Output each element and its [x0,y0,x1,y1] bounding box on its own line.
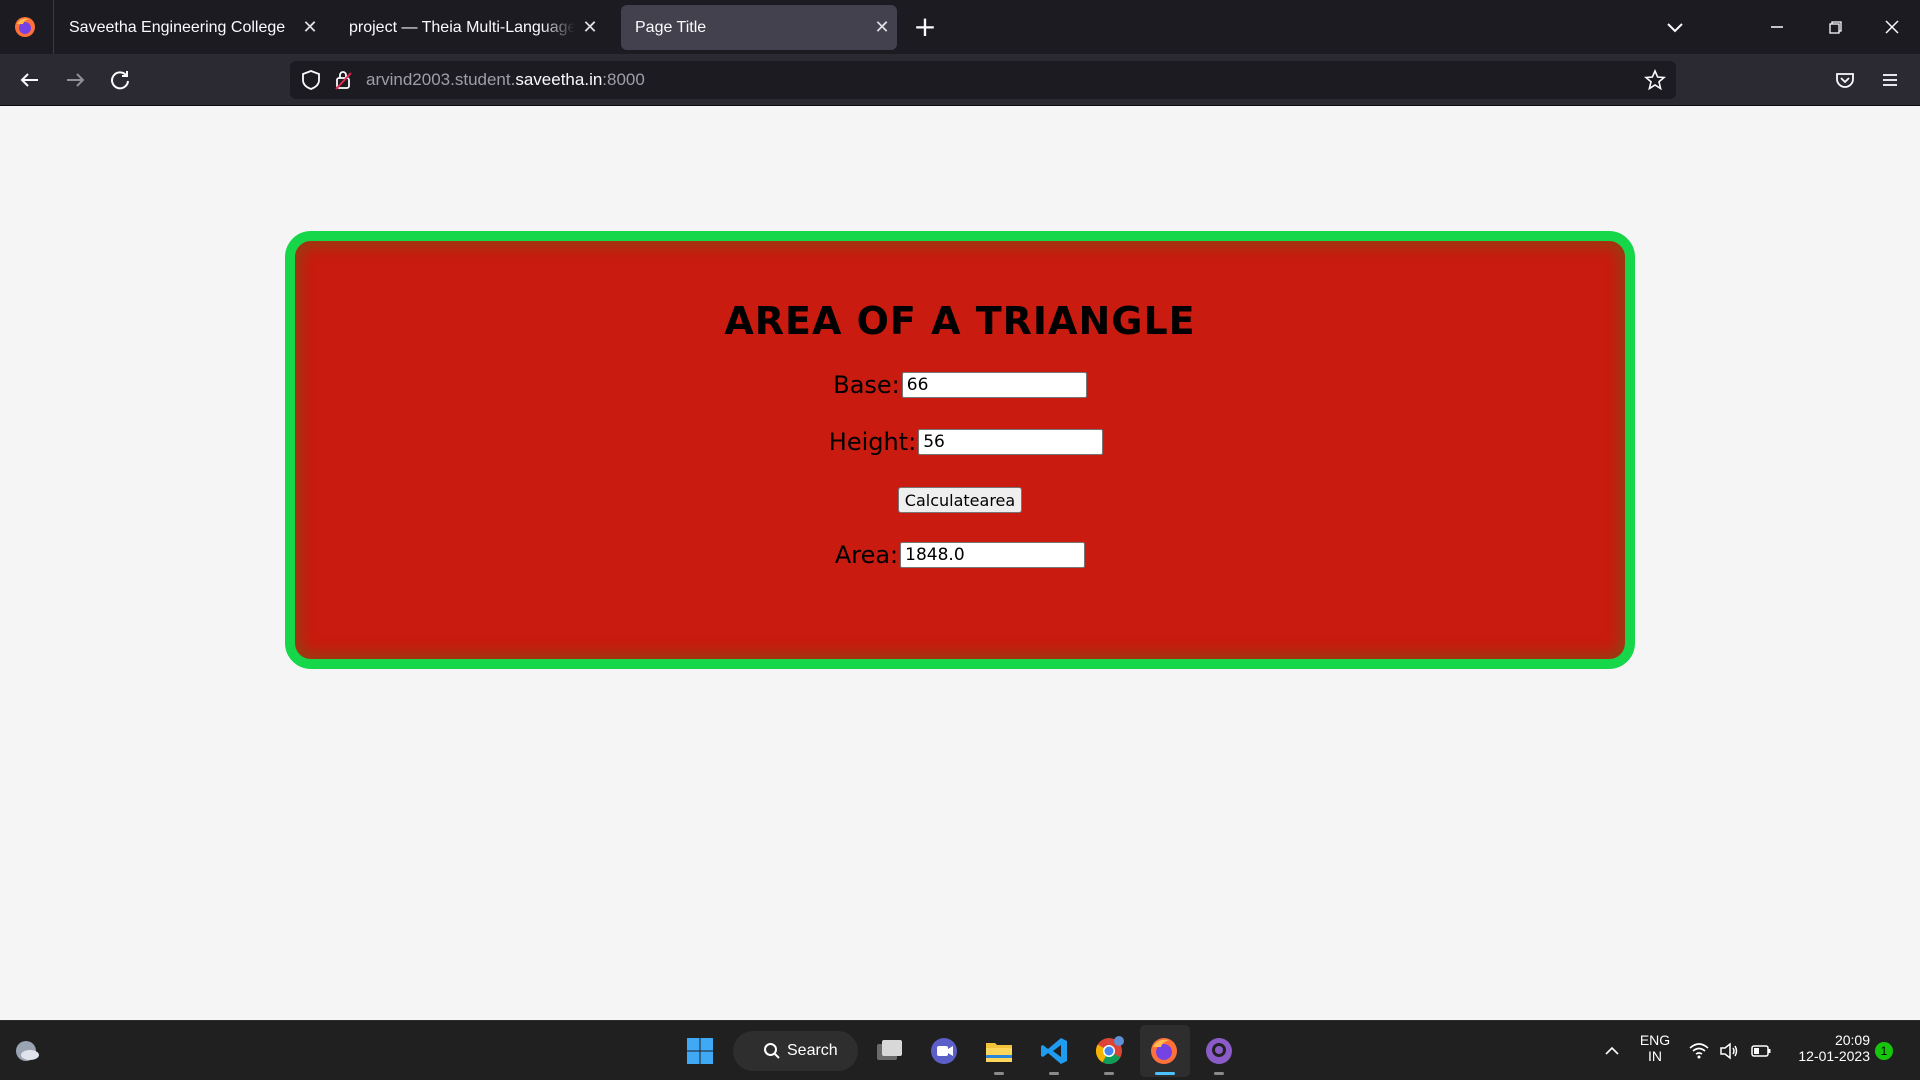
shield-icon[interactable] [300,69,322,91]
hamburger-menu-icon[interactable] [1875,65,1905,95]
page-heading: AREA OF A TRIANGLE [724,299,1196,343]
clock[interactable]: 20:09 12-01-2023 [1785,1032,1870,1064]
firefox-menu-icon[interactable] [12,14,38,40]
area-row: Area: [295,541,1625,569]
close-tab-icon[interactable]: ✕ [575,17,605,38]
battery-icon[interactable] [1750,1040,1772,1062]
url-suffix: :8000 [602,70,645,89]
calculator-card: AREA OF A TRIANGLE Base: Height: Calcula… [285,231,1635,669]
base-row: Base: [295,371,1625,399]
chrome-icon[interactable] [1093,1035,1125,1067]
list-all-tabs-icon[interactable] [1660,12,1690,42]
region-code: IN [1648,1048,1662,1064]
height-input[interactable] [918,429,1104,455]
file-explorer-icon[interactable] [983,1035,1015,1067]
running-indicator [1214,1072,1224,1075]
insecure-lock-icon[interactable] [334,69,354,91]
browser-tab-bar: Saveetha Engineering College ✕ project —… [0,0,1920,54]
notification-badge[interactable]: 1 [1875,1042,1893,1060]
button-row: Calculatearea [295,487,1625,513]
height-row: Height: [295,428,1625,456]
tab-separator [53,0,54,54]
language-indicator[interactable]: ENG IN [1635,1032,1675,1064]
forward-arrow-icon[interactable] [60,65,90,95]
base-label: Base: [833,371,900,399]
task-view-icon[interactable] [873,1035,905,1067]
vscode-icon[interactable] [1038,1035,1070,1067]
page-viewport: AREA OF A TRIANGLE Base: Height: Calcula… [0,107,1920,1020]
url-domain: saveetha.in [515,70,603,89]
address-bar[interactable]: arvind2003.student.saveetha.in:8000 [290,61,1676,99]
running-indicator [1104,1072,1114,1075]
taskbar-search[interactable]: Search [733,1031,858,1071]
search-label: Search [787,1042,838,1059]
tab-theia-project[interactable]: project — Theia Multi-Language Explorer … [335,5,605,50]
tab-saveetha[interactable]: Saveetha Engineering College ✕ [55,5,325,50]
reload-icon[interactable] [105,65,135,95]
clock-date: 12-01-2023 [1798,1048,1870,1064]
tab-label: project — Theia Multi-Language Explorer [349,18,575,36]
active-indicator [1155,1072,1175,1075]
height-label: Height: [828,428,917,456]
start-icon[interactable] [684,1035,716,1067]
tab-label: Saveetha Engineering College [69,18,286,36]
area-output[interactable] [900,542,1086,568]
back-arrow-icon[interactable] [15,65,45,95]
firefox-icon[interactable] [1148,1035,1180,1067]
tab-label: Page Title [635,18,707,36]
volume-icon[interactable] [1718,1040,1740,1062]
minimize-icon[interactable] [1762,12,1792,42]
pocket-icon[interactable] [1830,65,1860,95]
running-indicator [1049,1072,1059,1075]
github-desktop-icon[interactable] [1203,1035,1235,1067]
weather-icon[interactable] [12,1035,44,1067]
chevron-up-icon[interactable] [1600,1039,1624,1063]
windows-taskbar: Search ENG IN 20:09 12-01-2023 1 [0,1020,1920,1080]
new-tab-button[interactable]: + [910,10,940,44]
close-tab-icon[interactable]: ✕ [867,17,897,38]
url-text[interactable]: arvind2003.student.saveetha.in:8000 [366,70,645,90]
base-input[interactable] [901,372,1087,398]
url-prefix: arvind2003.student. [366,70,516,89]
area-label: Area: [834,541,899,569]
search-icon [764,1043,780,1059]
tab-page-title[interactable]: Page Title ✕ [621,5,897,50]
close-window-icon[interactable] [1877,12,1907,42]
bookmark-star-icon[interactable] [1644,69,1666,91]
running-indicator [994,1072,1004,1075]
teams-icon[interactable] [928,1035,960,1067]
clock-time: 20:09 [1834,1032,1870,1048]
language-code: ENG [1639,1032,1671,1048]
restore-icon[interactable] [1820,12,1850,42]
close-tab-icon[interactable]: ✕ [295,17,325,38]
wifi-icon[interactable] [1688,1040,1710,1062]
browser-nav-bar: arvind2003.student.saveetha.in:8000 [0,54,1920,106]
calculate-area-button[interactable]: Calculatearea [897,487,1023,513]
